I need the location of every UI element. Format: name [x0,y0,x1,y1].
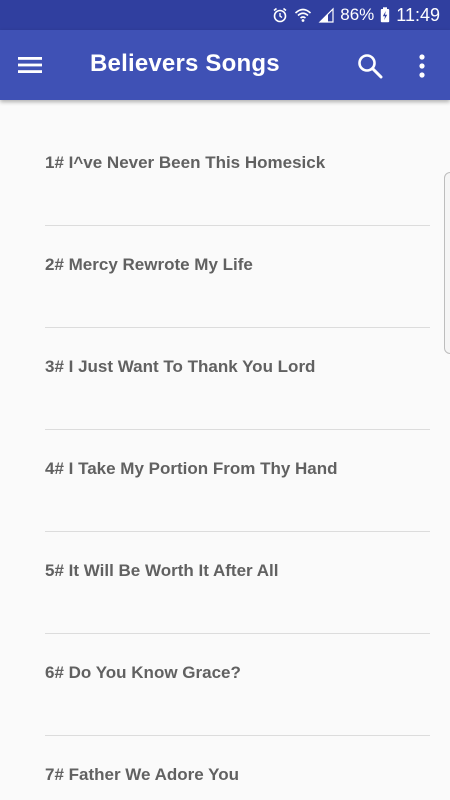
edge-panel-handle[interactable] [444,172,450,354]
list-item[interactable]: 2# Mercy Rewrote My Life [45,226,430,328]
signal-icon [318,7,334,23]
list-item[interactable]: 1# I^ve Never Been This Homesick [45,100,430,226]
page-title: Believers Songs [90,50,280,77]
list-item[interactable]: 3# I Just Want To Thank You Lord [45,328,430,430]
menu-icon[interactable] [16,52,44,78]
more-vert-icon[interactable] [412,52,432,80]
battery-charging-icon [380,7,390,23]
song-title: 5# It Will Be Worth It After All [45,561,279,580]
list-item[interactable]: 4# I Take My Portion From Thy Hand [45,430,430,532]
status-time: 11:49 [396,4,440,25]
alarm-icon [272,7,288,23]
status-bar: 86% 11:49 [0,0,450,30]
song-title: 1# I^ve Never Been This Homesick [45,153,326,172]
app-bar: Believers Songs [0,30,450,100]
song-list: 1# I^ve Never Been This Homesick 2# Merc… [0,100,450,800]
song-title: 6# Do You Know Grace? [45,663,241,682]
song-title: 7# Father We Adore You [45,765,239,784]
wifi-icon [294,7,312,23]
battery-percent: 86% [340,5,375,24]
song-title: 4# I Take My Portion From Thy Hand [45,459,338,478]
list-item[interactable]: 5# It Will Be Worth It After All [45,532,430,634]
search-icon[interactable] [356,52,384,80]
song-title: 3# I Just Want To Thank You Lord [45,357,316,376]
list-item[interactable]: 6# Do You Know Grace? [45,634,430,736]
list-item[interactable]: 7# Father We Adore You [45,736,430,800]
song-title: 2# Mercy Rewrote My Life [45,255,253,274]
